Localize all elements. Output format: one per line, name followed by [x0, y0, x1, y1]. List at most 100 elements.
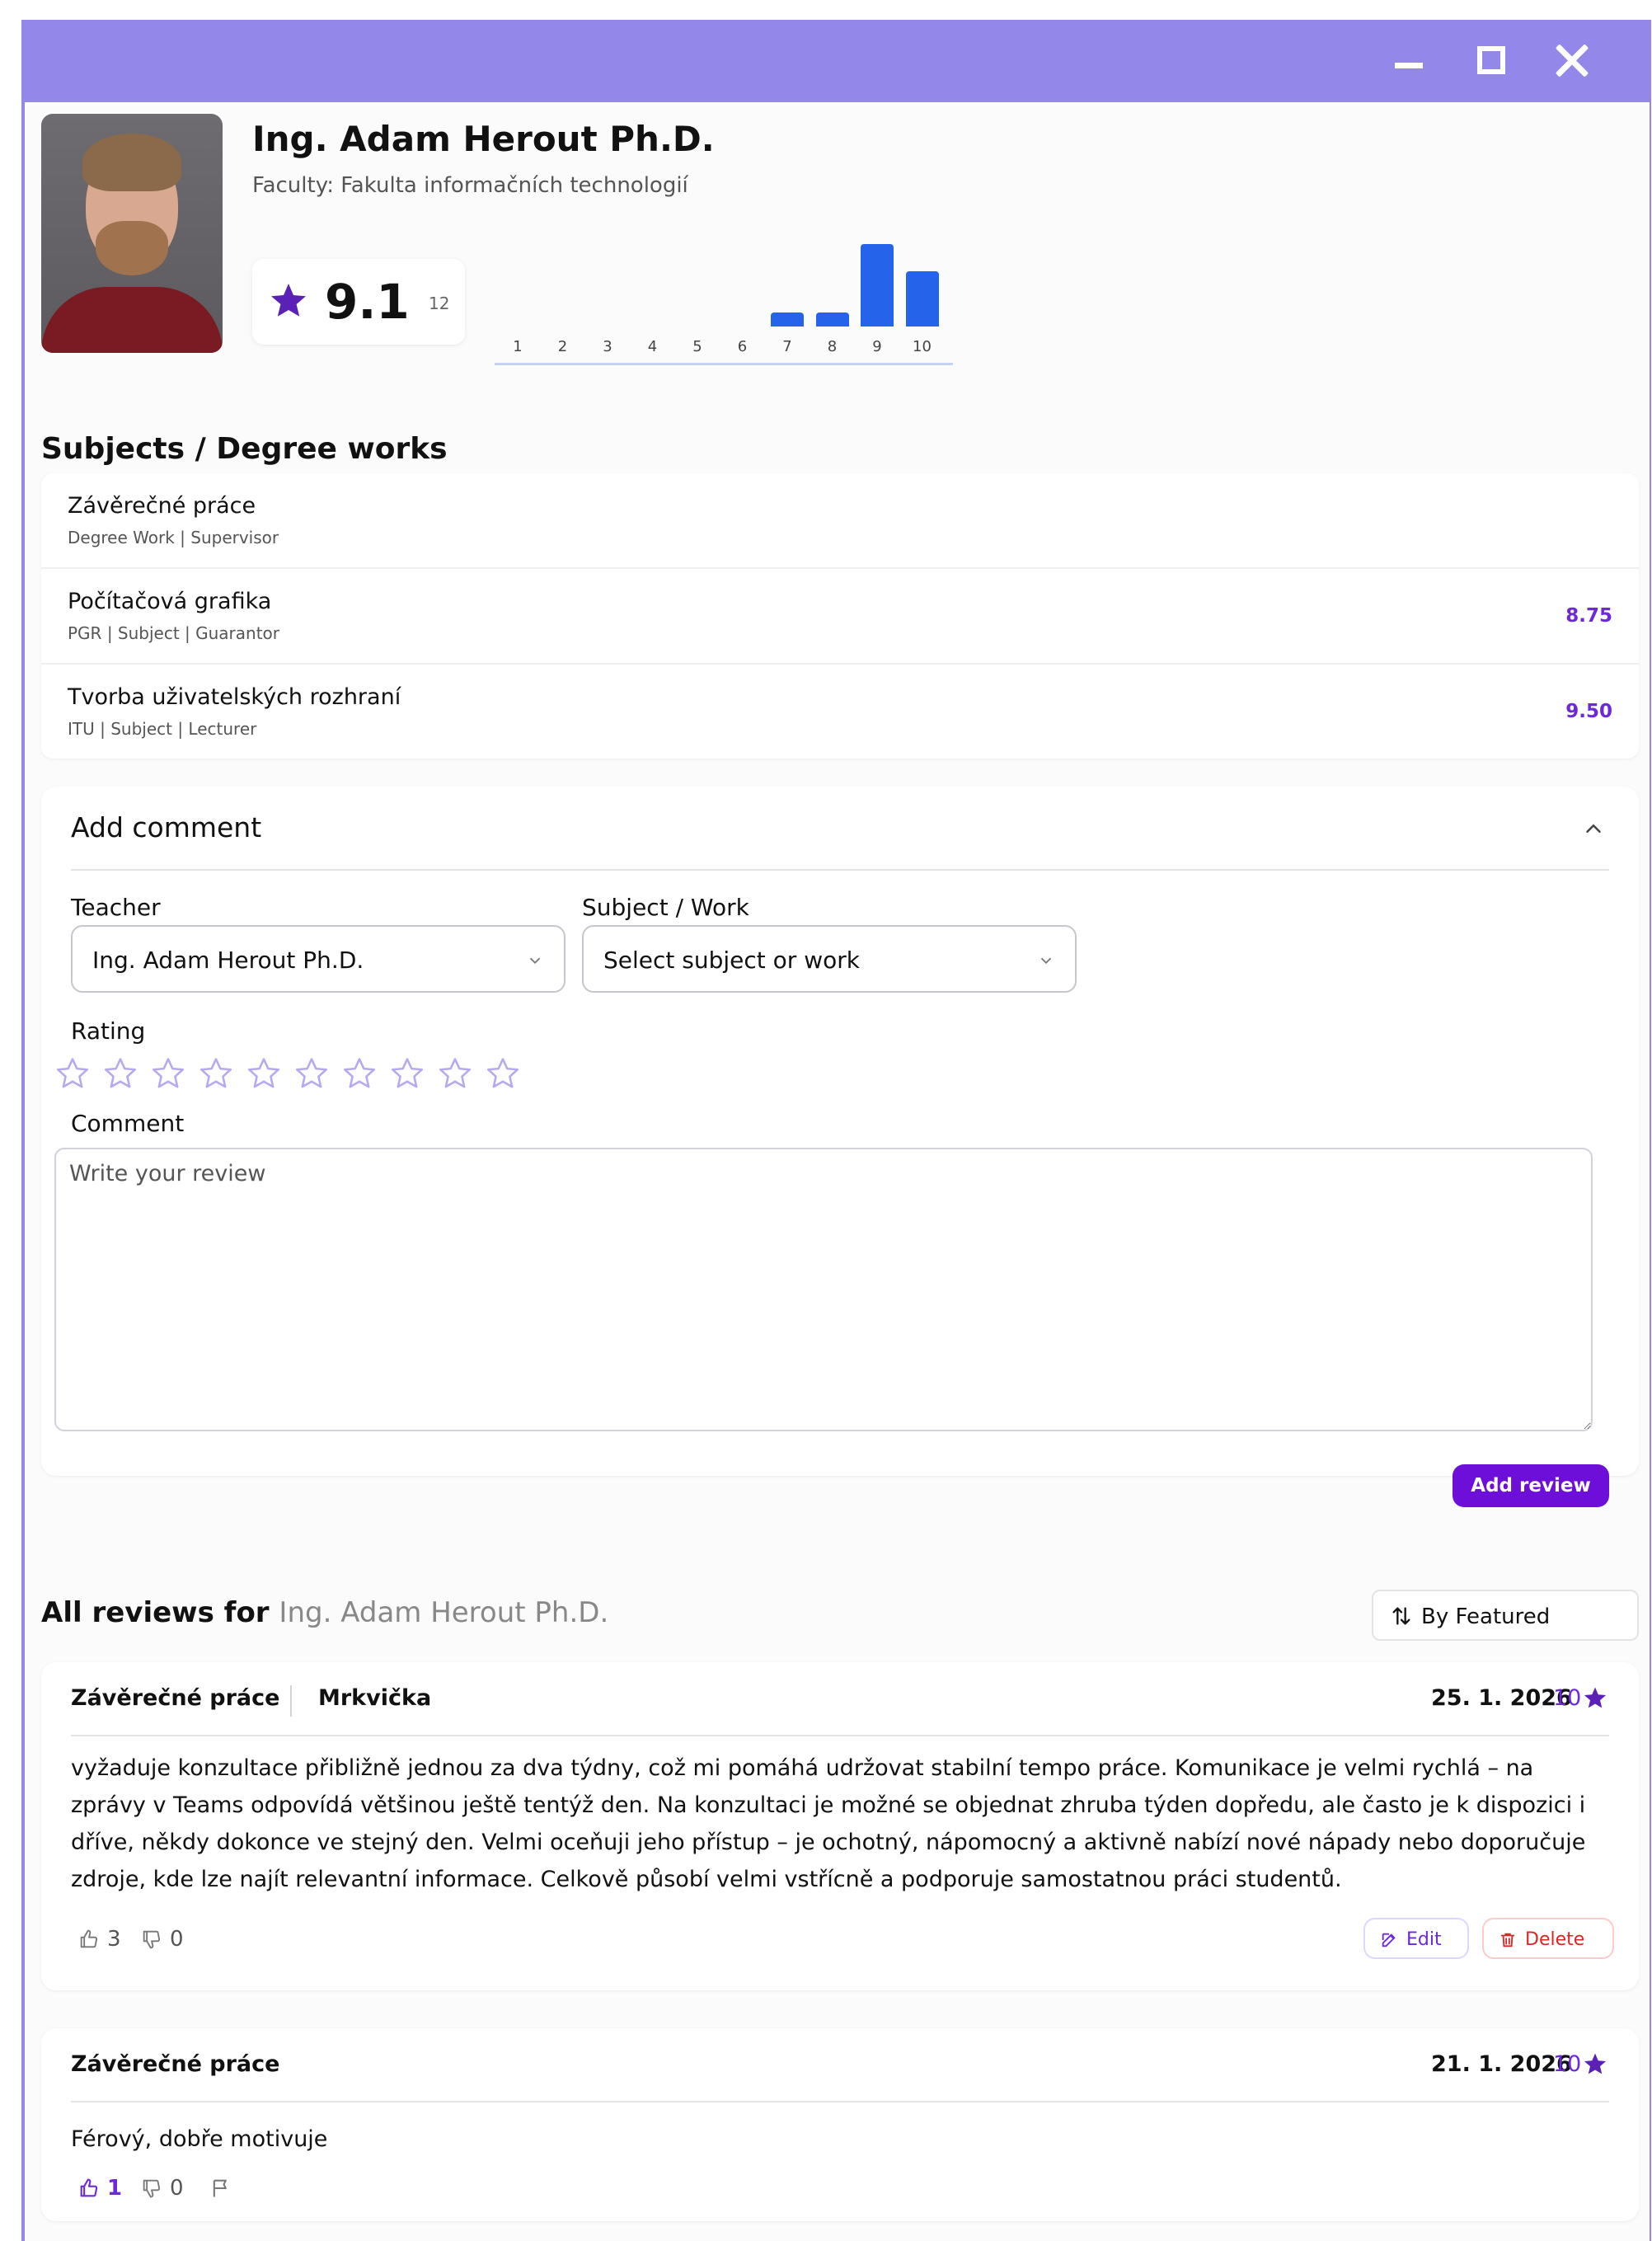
histogram-tick-label: 9: [872, 338, 882, 355]
thumbs-up-icon: [80, 2178, 98, 2197]
histogram-bar: [771, 312, 804, 327]
histogram-tick-label: 2: [557, 338, 568, 355]
sort-label: By Featured: [1421, 1604, 1551, 1629]
teacher-select-value: Ing. Adam Herout Ph.D.: [92, 947, 364, 974]
close-icon[interactable]: [1548, 38, 1598, 84]
like-count: 3: [107, 1927, 121, 1952]
thumbs-down-icon: [143, 1930, 161, 1949]
teacher-label: Teacher: [71, 894, 161, 921]
subject-item[interactable]: Tvorba uživatelských rozhraní ITU | Subj…: [41, 665, 1639, 760]
rating-histogram: 1 2 3 4 5 6 7 8 9 10: [495, 226, 953, 366]
like-count: 1: [107, 2176, 123, 2201]
teacher-photo: [41, 114, 223, 353]
trash-icon: [1500, 1933, 1515, 1947]
review-subject: Závěrečné práce: [71, 2051, 280, 2077]
star-outline-icon[interactable]: [54, 1055, 91, 1092]
divider: [71, 869, 1609, 871]
subject-meta: ITU | Subject | Lecturer: [68, 719, 257, 739]
subject-score: 9.50: [1565, 701, 1612, 722]
teacher-faculty: Faculty: Fakulta informačních technologi…: [252, 173, 688, 198]
subject-select-value: Select subject or work: [603, 947, 860, 974]
app-window: Ing. Adam Herout Ph.D. Faculty: Fakulta …: [21, 20, 1651, 2241]
review-card: Závěrečné práce Mrkvička 25. 1. 2026 10 …: [41, 1662, 1639, 1990]
subject-item[interactable]: Závěrečné práce Degree Work | Supervisor: [41, 473, 1639, 569]
teacher-select[interactable]: Ing. Adam Herout Ph.D.: [71, 925, 566, 993]
dislike-count: 0: [170, 1927, 184, 1952]
subject-title: Tvorba uživatelských rozhraní: [68, 684, 401, 710]
histogram-tick-label: 6: [737, 338, 748, 355]
add-comment-title: Add comment: [71, 811, 262, 843]
review-author: Mrkvička: [318, 1685, 432, 1711]
thumbs-up-icon: [80, 1929, 98, 1948]
reviews-title-teacher: Ing. Adam Herout Ph.D.: [279, 1596, 609, 1629]
chevron-up-icon[interactable]: [1581, 816, 1606, 841]
histogram-tick-label: 4: [647, 338, 658, 355]
chevron-down-icon: [529, 957, 541, 965]
histogram-bar: [861, 244, 894, 327]
star-outline-icon[interactable]: [437, 1055, 473, 1092]
star-outline-icon[interactable]: [341, 1055, 378, 1092]
review-subject: Závěrečné práce: [71, 1685, 280, 1711]
star-icon: [271, 284, 306, 317]
star-outline-icon[interactable]: [246, 1055, 282, 1092]
star-icon: [1584, 2053, 1607, 2074]
delete-label: Delete: [1525, 1929, 1585, 1950]
histogram-tick-label: 7: [782, 338, 792, 355]
review-card: Závěrečné práce 21. 1. 2026 10 Férový, d…: [41, 2028, 1639, 2221]
histogram-baseline: [495, 363, 953, 365]
divider: [71, 2101, 1609, 2102]
subject-meta: PGR | Subject | Guarantor: [68, 623, 280, 643]
title-bar: [25, 20, 1650, 102]
histogram-bar: [815, 312, 849, 327]
histogram-tick-label: 8: [827, 338, 838, 355]
delete-button[interactable]: Delete: [1482, 1918, 1614, 1959]
teacher-name: Ing. Adam Herout Ph.D.: [252, 119, 715, 159]
edit-label: Edit: [1406, 1929, 1442, 1950]
histogram-tick-label: 3: [603, 338, 612, 355]
subject-label: Subject / Work: [582, 894, 749, 921]
subject-meta: Degree Work | Supervisor: [68, 528, 279, 547]
star-outline-icon[interactable]: [198, 1055, 234, 1092]
rating-summary-card: 9.1 12: [252, 259, 465, 345]
dislike-count: 0: [170, 2176, 184, 2201]
star-icon: [1584, 1687, 1607, 1708]
star-outline-icon[interactable]: [102, 1055, 138, 1092]
review-textarea[interactable]: [54, 1148, 1593, 1431]
edit-button[interactable]: Edit: [1363, 1918, 1469, 1959]
maximize-icon[interactable]: [1466, 38, 1515, 84]
minimize-icon[interactable]: [1383, 38, 1433, 84]
flag-icon: [213, 2179, 227, 2197]
reviews-title-prefix: All reviews for: [41, 1596, 270, 1629]
reviews-title: All reviews for Ing. Adam Herout Ph.D.: [41, 1596, 608, 1629]
edit-icon: [1382, 1933, 1396, 1947]
sort-button[interactable]: By Featured: [1372, 1590, 1639, 1641]
subject-title: Počítačová grafika: [68, 589, 272, 614]
review-text: Férový, dobře motivuje: [71, 2126, 328, 2152]
subject-score: 8.75: [1565, 605, 1612, 627]
star-outline-icon[interactable]: [389, 1055, 425, 1092]
review-text: vyžaduje konzultace přibližně jednou za …: [71, 1755, 1586, 1892]
subject-item[interactable]: Počítačová grafika PGR | Subject | Guara…: [41, 569, 1639, 665]
star-outline-icon[interactable]: [150, 1055, 186, 1092]
add-review-button[interactable]: Add review: [1453, 1464, 1609, 1507]
rating-average: 9.1: [325, 274, 410, 330]
histogram-tick-label: 1: [513, 338, 523, 355]
chevron-down-icon: [1040, 957, 1052, 965]
histogram-tick-label: 10: [913, 338, 932, 355]
divider: [71, 1735, 1609, 1736]
review-date: 21. 1. 2026: [1431, 2051, 1572, 2077]
comment-label: Comment: [71, 1110, 185, 1137]
review-score: 10: [1553, 2051, 1582, 2077]
subject-title: Závěrečné práce: [68, 493, 256, 519]
subjects-section-title: Subjects / Degree works: [41, 432, 448, 466]
subject-select[interactable]: Select subject or work: [582, 925, 1077, 993]
review-score: 10: [1553, 1685, 1582, 1711]
histogram-tick-label: 5: [692, 338, 702, 355]
star-outline-icon[interactable]: [293, 1055, 330, 1092]
subjects-list: Závěrečné práce Degree Work | Supervisor…: [41, 473, 1639, 759]
review-date: 25. 1. 2026: [1431, 1685, 1572, 1711]
star-outline-icon[interactable]: [485, 1055, 521, 1092]
rating-label: Rating: [71, 1017, 146, 1045]
histogram-bar: [905, 271, 939, 327]
sort-arrows-icon: [1392, 1607, 1410, 1625]
